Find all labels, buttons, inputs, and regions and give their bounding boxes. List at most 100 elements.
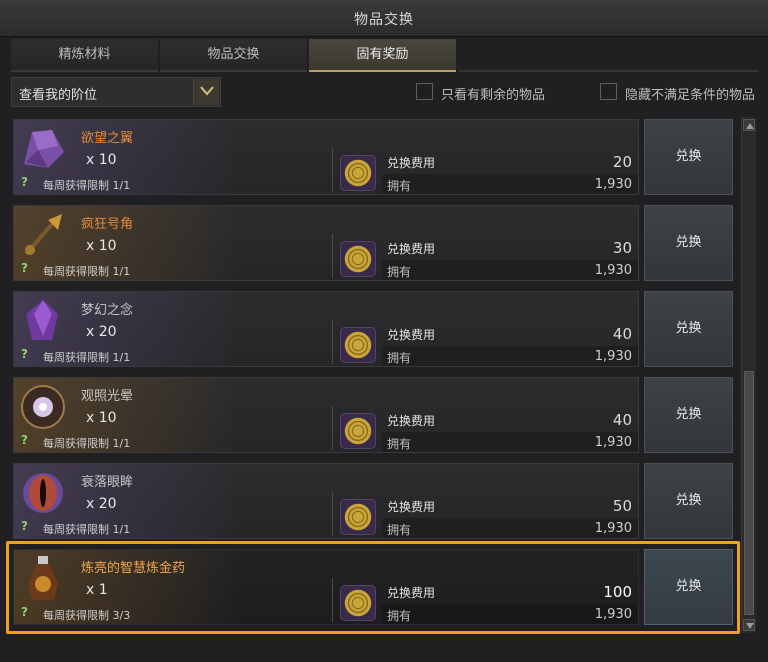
own-value: 1,930 (594, 177, 632, 192)
tab-item-exchange[interactable]: 物品交换 (160, 39, 307, 72)
item-card: 欲望之翼 x 10 ? 每周获得限制 1/1 兑换费用 拥有 20 1,930 (13, 119, 639, 195)
item-name: 衰落眼眸 (81, 475, 134, 490)
cost-label: 兑换费用 (387, 242, 436, 256)
help-icon[interactable]: ? (21, 347, 28, 361)
exchange-button[interactable]: 兑换 (644, 205, 733, 281)
cost-value: 50 (612, 497, 632, 515)
coin-icon (340, 241, 376, 277)
coin-icon (340, 585, 376, 621)
cost-label: 兑换费用 (387, 328, 436, 342)
cost-label: 兑换费用 (387, 500, 436, 514)
item-card: 炼亮的智慧炼金药 x 1 ? 每周获得限制 3/3 兑换费用 拥有 100 1,… (13, 549, 639, 625)
item-quantity: x 1 (86, 582, 108, 598)
item-card: 疯狂号角 x 10 ? 每周获得限制 1/1 兑换费用 拥有 30 1,930 (13, 205, 639, 281)
filter-bar: 查看我的阶位 只看有剩余的物品 隐藏不满足条件的物品 (11, 77, 760, 107)
scrollbar-thumb[interactable] (744, 371, 754, 615)
tab-refine-materials[interactable]: 精炼材料 (11, 39, 158, 72)
item-quantity: x 10 (86, 238, 117, 254)
item-name: 欲望之翼 (81, 131, 134, 146)
exchange-button[interactable]: 兑换 (644, 119, 733, 195)
weekly-limit: ? 每周获得限制 1/1 (14, 260, 334, 280)
chevron-down-icon[interactable] (193, 79, 219, 105)
checkbox-label: 只看有剩余的物品 (441, 88, 546, 103)
eye-icon (23, 473, 63, 513)
cost-value: 40 (612, 325, 632, 343)
weekly-limit: ? 每周获得限制 1/1 (14, 518, 334, 538)
cost-value: 30 (612, 239, 632, 257)
weekly-limit-text: 每周获得限制 1/1 (43, 351, 131, 364)
item-card: 衰落眼眸 x 20 ? 每周获得限制 1/1 兑换费用 拥有 50 1,930 (13, 463, 639, 539)
window-title: 物品交换 (354, 12, 414, 28)
scrollbar[interactable] (741, 117, 756, 633)
list-item: 观照光晕 x 10 ? 每周获得限制 1/1 兑换费用 拥有 40 1,930 (11, 375, 739, 455)
checkbox-box[interactable] (416, 83, 433, 100)
checkbox-label: 隐藏不满足条件的物品 (625, 88, 756, 103)
weekly-limit: ? 每周获得限制 1/1 (14, 346, 334, 366)
own-value: 1,930 (594, 349, 632, 364)
title-bar: 物品交换 (0, 0, 768, 37)
halo-orb-icon (21, 385, 65, 429)
cost-value: 20 (612, 153, 632, 171)
item-name: 梦幻之念 (81, 303, 134, 318)
exchange-button[interactable]: 兑换 (644, 377, 733, 453)
own-label: 拥有 (387, 351, 412, 365)
exchange-button[interactable]: 兑换 (644, 463, 733, 539)
weekly-limit-text: 每周获得限制 1/1 (43, 265, 131, 278)
purple-crystal-icon (26, 300, 58, 340)
purple-wing-icon (24, 130, 64, 168)
coin-icon (340, 413, 376, 449)
item-name: 观照光晕 (81, 389, 134, 404)
item-quantity: x 10 (86, 152, 117, 168)
help-icon[interactable]: ? (21, 605, 28, 619)
weekly-limit: ? 每周获得限制 3/3 (14, 604, 334, 624)
item-quantity: x 10 (86, 410, 117, 426)
reward-list: 欲望之翼 x 10 ? 每周获得限制 1/1 兑换费用 拥有 20 1,930 (11, 117, 739, 635)
coin-icon (340, 499, 376, 535)
weekly-limit: ? 每周获得限制 1/1 (14, 432, 334, 452)
weekly-limit-text: 每周获得限制 1/1 (43, 523, 131, 536)
list-item-selected: 炼亮的智慧炼金药 x 1 ? 每周获得限制 3/3 兑换费用 拥有 100 1,… (11, 547, 739, 627)
divider (332, 148, 333, 192)
cost-label: 兑换费用 (387, 586, 436, 600)
tab-inherent-rewards[interactable]: 固有奖励 (309, 39, 456, 72)
help-icon[interactable]: ? (21, 175, 28, 189)
coin-icon (340, 155, 376, 191)
checkbox-box[interactable] (600, 83, 617, 100)
own-label: 拥有 (387, 437, 412, 451)
divider (332, 578, 333, 622)
cost-label: 兑换费用 (387, 414, 436, 428)
exchange-button[interactable]: 兑换 (644, 549, 733, 625)
cost-value: 40 (612, 411, 632, 429)
potion-icon (28, 556, 58, 600)
item-quantity: x 20 (86, 496, 117, 512)
scroll-up-icon[interactable] (743, 119, 755, 131)
coin-icon (340, 327, 376, 363)
tier-dropdown[interactable]: 查看我的阶位 (11, 77, 221, 107)
own-label: 拥有 (387, 265, 412, 279)
divider (332, 234, 333, 278)
weekly-limit-text: 每周获得限制 1/1 (43, 179, 131, 192)
own-value: 1,930 (594, 607, 632, 622)
horn-icon (24, 214, 62, 256)
weekly-limit-text: 每周获得限制 1/1 (43, 437, 131, 450)
own-value: 1,930 (594, 521, 632, 536)
exchange-button[interactable]: 兑换 (644, 291, 733, 367)
scroll-down-icon[interactable] (743, 619, 755, 631)
own-label: 拥有 (387, 609, 412, 623)
list-item: 梦幻之念 x 20 ? 每周获得限制 1/1 兑换费用 拥有 40 1,930 (11, 289, 739, 369)
item-name: 炼亮的智慧炼金药 (81, 561, 186, 576)
only-remaining-checkbox[interactable]: 只看有剩余的物品 (416, 82, 566, 103)
own-value: 1,930 (594, 435, 632, 450)
weekly-limit: ? 每周获得限制 1/1 (14, 174, 334, 194)
list-item: 疯狂号角 x 10 ? 每周获得限制 1/1 兑换费用 拥有 30 1,930 (11, 203, 739, 283)
help-icon[interactable]: ? (21, 261, 28, 275)
own-label: 拥有 (387, 179, 412, 193)
help-icon[interactable]: ? (21, 433, 28, 447)
cost-value: 100 (603, 583, 632, 601)
help-icon[interactable]: ? (21, 519, 28, 533)
item-quantity: x 20 (86, 324, 117, 340)
hide-unmet-checkbox[interactable]: 隐藏不满足条件的物品 (600, 82, 765, 103)
item-card: 观照光晕 x 10 ? 每周获得限制 1/1 兑换费用 拥有 40 1,930 (13, 377, 639, 453)
divider (332, 492, 333, 536)
list-item: 衰落眼眸 x 20 ? 每周获得限制 1/1 兑换费用 拥有 50 1,930 (11, 461, 739, 541)
